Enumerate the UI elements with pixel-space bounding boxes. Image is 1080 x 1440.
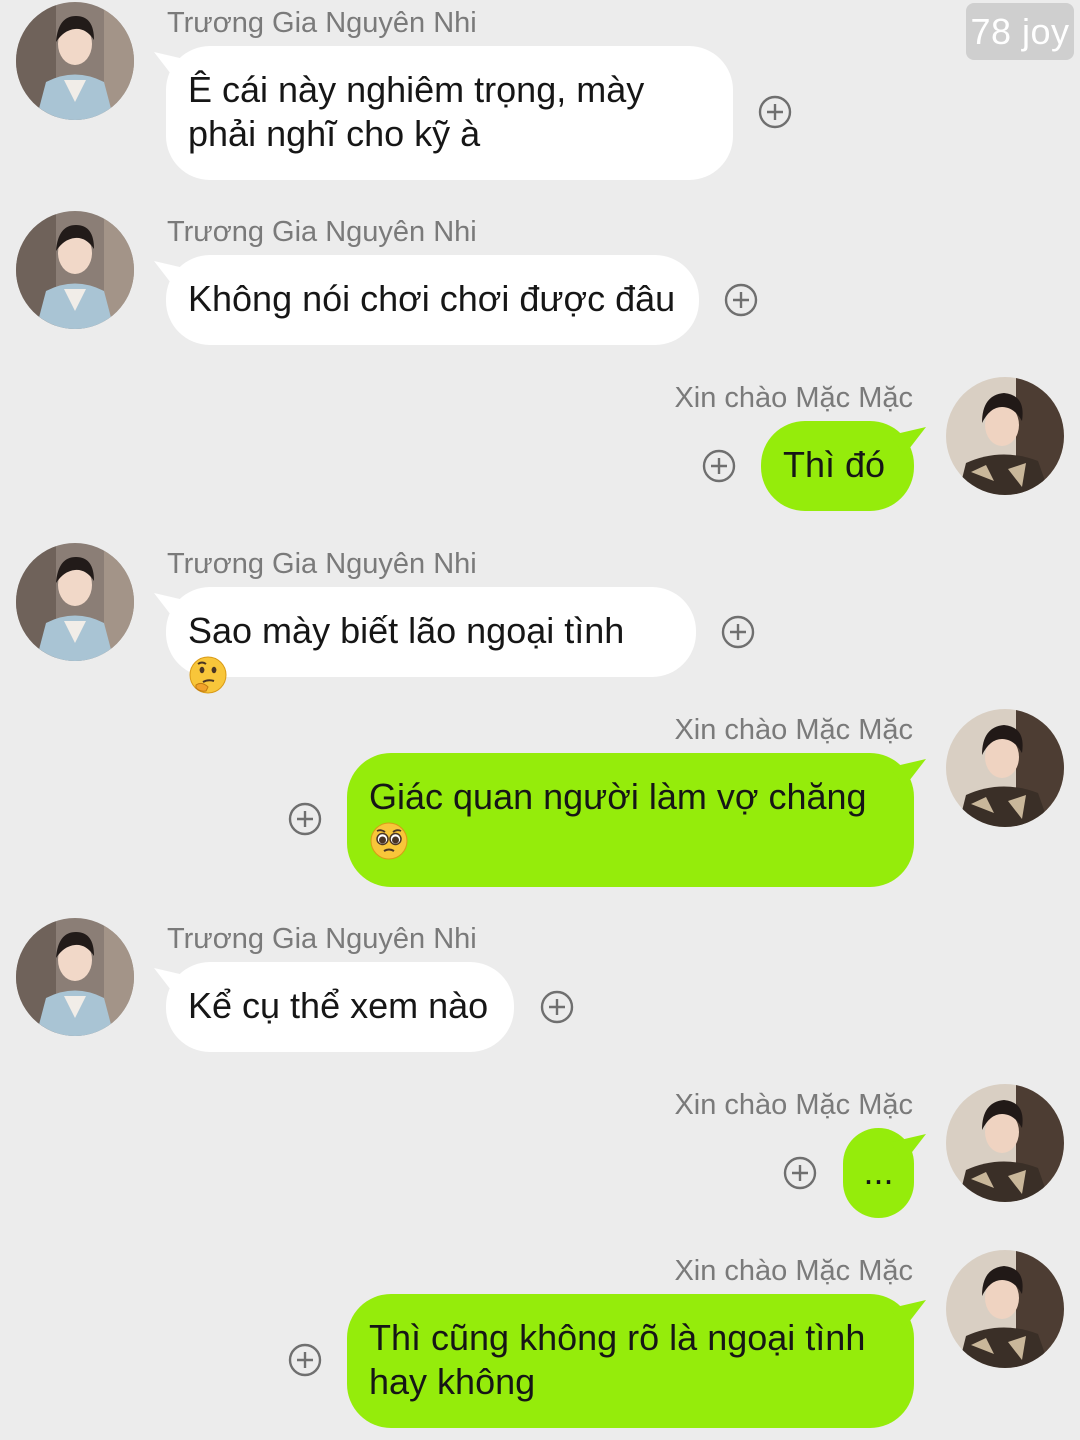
sender-name: Xin chào Mặc Mặc <box>674 1255 913 1287</box>
message-bubble[interactable]: Ê cái này nghiêm trọng, mày phải nghĩ ch… <box>166 46 733 180</box>
message-text: Ê cái này nghiêm trọng, mày phải nghĩ ch… <box>188 69 645 154</box>
avatar-other[interactable] <box>16 211 134 329</box>
sender-name: Trương Gia Nguyên Nhi <box>167 548 477 580</box>
sender-name: Trương Gia Nguyên Nhi <box>167 7 477 39</box>
message-bubble[interactable]: Kể cụ thể xem nào <box>166 962 514 1052</box>
sender-name: Trương Gia Nguyên Nhi <box>167 923 477 955</box>
circle-plus-icon[interactable] <box>721 615 755 649</box>
circle-plus-icon[interactable] <box>758 95 792 129</box>
sender-name: Trương Gia Nguyên Nhi <box>167 216 477 248</box>
avatar-self[interactable] <box>946 709 1064 827</box>
message-text: Sao mày biết lão ngoại tình <box>188 610 625 651</box>
message-text: Thì đó <box>783 444 886 485</box>
avatar-self[interactable] <box>946 377 1064 495</box>
message-bubble[interactable]: Thì đó <box>761 421 914 511</box>
message-text: Thì cũng không rõ là ngoại tình hay khôn… <box>369 1317 866 1402</box>
circle-plus-icon[interactable] <box>702 449 736 483</box>
avatar-self[interactable] <box>946 1084 1064 1202</box>
avatar-self[interactable] <box>946 1250 1064 1368</box>
sender-name: Xin chào Mặc Mặc <box>674 714 913 746</box>
avatar-other[interactable] <box>16 2 134 120</box>
message-bubble[interactable]: Thì cũng không rõ là ngoại tình hay khôn… <box>347 1294 914 1428</box>
message-text: Không nói chơi chơi được đâu <box>188 278 676 319</box>
sender-name: Xin chào Mặc Mặc <box>674 1089 913 1121</box>
avatar-other[interactable] <box>16 918 134 1036</box>
message-text: ... <box>863 1151 894 1192</box>
circle-plus-icon[interactable] <box>540 990 574 1024</box>
message-bubble[interactable]: Sao mày biết lão ngoại tình <box>166 587 696 694</box>
message-bubble[interactable]: ... <box>843 1128 914 1218</box>
message-text: Kể cụ thể xem nào <box>188 985 489 1026</box>
circle-plus-icon[interactable] <box>288 802 322 836</box>
pleading-face-emoji <box>369 821 409 861</box>
circle-plus-icon[interactable] <box>288 1343 322 1377</box>
message-bubble[interactable]: Không nói chơi chơi được đâu <box>166 255 699 345</box>
circle-plus-icon[interactable] <box>783 1156 817 1190</box>
message-text: Giác quan người làm vợ chăng <box>369 776 867 817</box>
message-bubble[interactable]: Giác quan người làm vợ chăng <box>347 753 914 887</box>
circle-plus-icon[interactable] <box>724 283 758 317</box>
thinking-face-emoji <box>188 655 228 695</box>
watermark-badge: 78 joy <box>966 3 1074 60</box>
avatar-other[interactable] <box>16 543 134 661</box>
sender-name: Xin chào Mặc Mặc <box>674 382 913 414</box>
